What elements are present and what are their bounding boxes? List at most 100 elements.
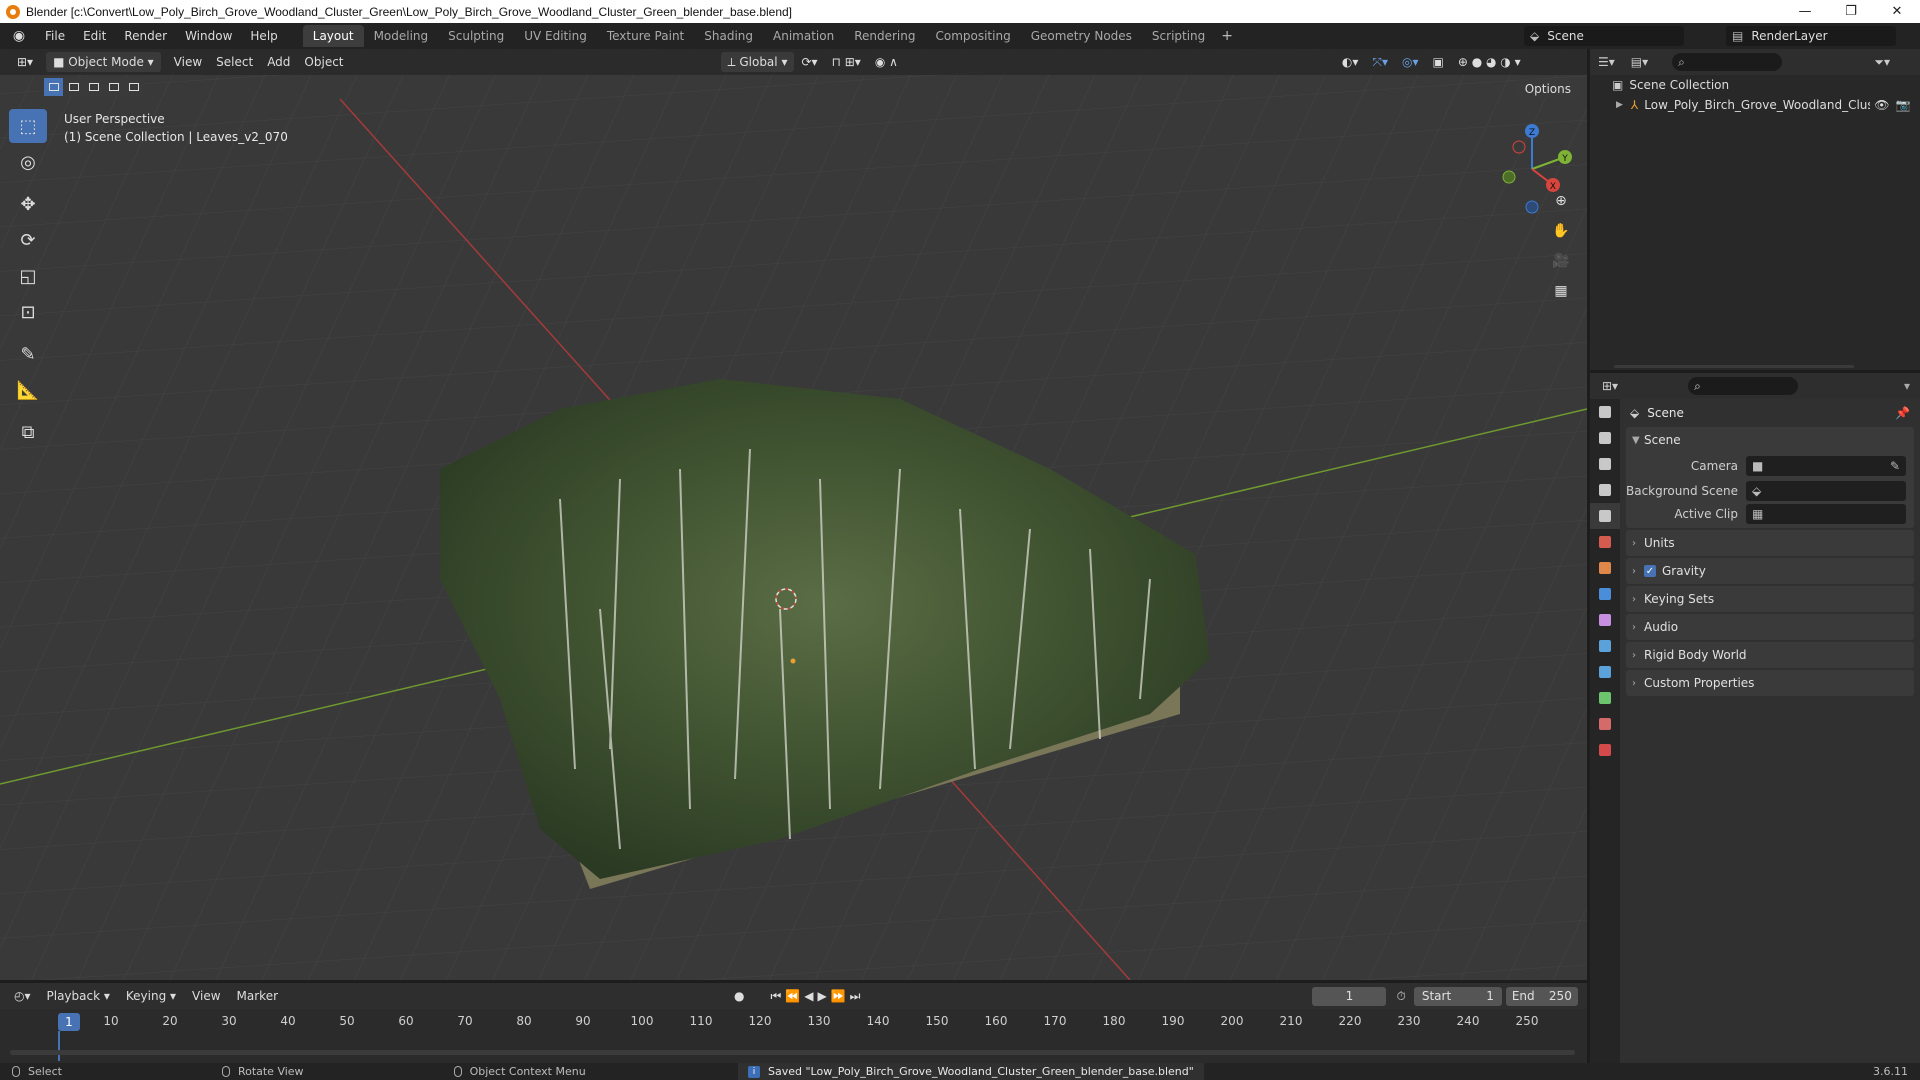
- view-layer-selector[interactable]: ▤ RenderLayer: [1726, 26, 1896, 46]
- playhead[interactable]: 1: [58, 1013, 80, 1031]
- camera-field[interactable]: ■ ✎: [1746, 455, 1906, 476]
- tab-geometry-nodes[interactable]: Geometry Nodes: [1021, 25, 1142, 47]
- units-panel-header[interactable]: › Units: [1626, 530, 1914, 556]
- close-button[interactable]: ✕: [1874, 0, 1920, 23]
- add-cube-tool-icon[interactable]: ⧉: [9, 415, 47, 449]
- camera-view-icon[interactable]: 🎥: [1549, 249, 1573, 273]
- timeline-scrollbar[interactable]: [10, 1050, 1575, 1055]
- transform-orientation[interactable]: ⟂ Global ▾: [720, 52, 795, 72]
- proportional-edit-icon[interactable]: ◉ ∧: [868, 52, 905, 72]
- properties-tab-material[interactable]: [1590, 711, 1620, 737]
- properties-tab-object[interactable]: [1590, 555, 1620, 581]
- select-new-icon[interactable]: [44, 78, 63, 96]
- outliner-row-scene-collection[interactable]: ▣ Scene Collection: [1590, 75, 1920, 95]
- audio-panel-header[interactable]: › Audio: [1626, 614, 1914, 640]
- select-box-tool-icon[interactable]: ⬚: [9, 109, 47, 143]
- tab-scripting[interactable]: Scripting: [1142, 25, 1215, 47]
- eye-icon[interactable]: 👁: [1874, 98, 1889, 112]
- menu-file[interactable]: File: [36, 23, 74, 49]
- outliner-row-object[interactable]: ▶ ⅄ Low_Poly_Birch_Grove_Woodland_Clust …: [1590, 95, 1920, 115]
- properties-tab-render[interactable]: [1590, 425, 1620, 451]
- editor-type-icon[interactable]: ⊞▾: [10, 52, 40, 72]
- menu-window[interactable]: Window: [176, 23, 241, 49]
- menu-keying[interactable]: Keying ▾: [118, 989, 184, 1003]
- cursor-tool-icon[interactable]: ◎: [9, 145, 47, 179]
- properties-tab-tool[interactable]: [1590, 399, 1620, 425]
- scene-selector[interactable]: ⬙ Scene: [1524, 26, 1684, 46]
- menu-marker[interactable]: Marker: [229, 989, 286, 1003]
- tab-layout[interactable]: Layout: [302, 25, 364, 47]
- expand-arrow-icon[interactable]: ▶: [1616, 100, 1623, 110]
- properties-tab-modifiers[interactable]: [1590, 581, 1620, 607]
- menu-help[interactable]: Help: [241, 23, 286, 49]
- gravity-panel-header[interactable]: › ✓ Gravity: [1626, 558, 1914, 584]
- shading-modes-icon[interactable]: ⊕ ● ◕ ◑ ▾: [1451, 52, 1528, 72]
- outliner-search-input[interactable]: ⌕: [1672, 53, 1783, 71]
- frame-ruler[interactable]: 10 20 30 40 50 60 70 80 90 100 110 120 130 140 150 160 1…: [0, 1009, 1587, 1033]
- outliner-scrollbar[interactable]: [1614, 365, 1854, 368]
- tab-compositing[interactable]: Compositing: [925, 25, 1020, 47]
- minimize-button[interactable]: —: [1782, 0, 1828, 23]
- properties-tab-scene[interactable]: [1590, 503, 1620, 529]
- properties-tab-constraints[interactable]: [1590, 659, 1620, 685]
- menu-playback[interactable]: Playback ▾: [39, 989, 118, 1003]
- pan-hand-icon[interactable]: ✋: [1549, 219, 1573, 243]
- properties-tab-world[interactable]: [1590, 529, 1620, 555]
- end-frame-field[interactable]: End 250: [1505, 986, 1578, 1006]
- tab-sculpting[interactable]: Sculpting: [438, 25, 514, 47]
- start-frame-field[interactable]: Start 1: [1413, 986, 1502, 1006]
- properties-tab-view-layer[interactable]: [1590, 477, 1620, 503]
- display-mode-icon[interactable]: ▤▾: [1631, 55, 1648, 69]
- blender-menu-icon[interactable]: ◉: [10, 27, 28, 45]
- active-clip-field[interactable]: ▦: [1746, 503, 1906, 524]
- menu-view[interactable]: View: [167, 52, 209, 72]
- outliner-editor-icon[interactable]: ☰▾: [1598, 55, 1615, 69]
- pin-icon[interactable]: 📌: [1895, 406, 1910, 420]
- 3d-viewport[interactable]: ⊞▾ ■ Object Mode ▾ View Select Add Objec…: [0, 49, 1587, 980]
- ortho-grid-icon[interactable]: ▦: [1549, 279, 1573, 303]
- add-workspace-icon[interactable]: +: [1215, 28, 1239, 44]
- record-icon[interactable]: ●: [726, 989, 752, 1003]
- current-frame-field[interactable]: 1: [1312, 986, 1387, 1006]
- panel-options-icon[interactable]: ▾: [1904, 379, 1910, 393]
- properties-tab-texture[interactable]: [1590, 737, 1620, 763]
- zoom-icon[interactable]: ⊕: [1549, 189, 1573, 213]
- tab-texture-paint[interactable]: Texture Paint: [597, 25, 694, 47]
- properties-tab-output[interactable]: [1590, 451, 1620, 477]
- tab-modeling[interactable]: Modeling: [364, 25, 439, 47]
- menu-render[interactable]: Render: [115, 23, 176, 49]
- properties-editor-icon[interactable]: ⊞▾: [1602, 379, 1618, 393]
- measure-tool-icon[interactable]: 📐: [9, 373, 47, 407]
- select-subtract-icon[interactable]: [84, 78, 103, 96]
- tab-rendering[interactable]: Rendering: [844, 25, 925, 47]
- pivot-icon[interactable]: ⟳▾: [794, 52, 824, 72]
- mode-selector[interactable]: ■ Object Mode ▾: [46, 52, 161, 72]
- background-scene-field[interactable]: ⬙: [1746, 480, 1906, 501]
- menu-edit[interactable]: Edit: [74, 23, 115, 49]
- select-extend-icon[interactable]: [64, 78, 83, 96]
- tab-shading[interactable]: Shading: [694, 25, 763, 47]
- properties-tab-physics[interactable]: [1590, 633, 1620, 659]
- timeline-editor-icon[interactable]: ◴▾: [6, 989, 39, 1003]
- menu-object[interactable]: Object: [297, 52, 350, 72]
- menu-timeline-view[interactable]: View: [184, 989, 228, 1003]
- select-invert-icon[interactable]: [104, 78, 123, 96]
- render-camera-icon[interactable]: 📷: [1896, 98, 1911, 112]
- overlay-toggle-icon[interactable]: ◎▾: [1395, 52, 1426, 72]
- tab-animation[interactable]: Animation: [763, 25, 844, 47]
- scale-tool-icon[interactable]: ◱: [9, 259, 47, 293]
- menu-select[interactable]: Select: [209, 52, 260, 72]
- snap-icon[interactable]: ⊓ ⊞▾: [825, 52, 868, 72]
- keying-sets-panel-header[interactable]: › Keying Sets: [1626, 586, 1914, 612]
- rigid-body-world-panel-header[interactable]: › Rigid Body World: [1626, 642, 1914, 668]
- rotate-tool-icon[interactable]: ⟳: [9, 223, 47, 257]
- transform-tool-icon[interactable]: ⊡: [9, 295, 47, 329]
- annotate-tool-icon[interactable]: ✎: [9, 337, 47, 371]
- maximize-button[interactable]: ❐: [1828, 0, 1874, 23]
- options-dropdown[interactable]: Options: [1516, 79, 1579, 99]
- menu-add[interactable]: Add: [260, 52, 297, 72]
- playback-controls[interactable]: ⏮⏪◀▶⏩⏭: [763, 989, 873, 1004]
- properties-tab-particles[interactable]: [1590, 607, 1620, 633]
- tab-uv-editing[interactable]: UV Editing: [514, 25, 597, 47]
- scene-panel-header[interactable]: ▼ Scene: [1626, 427, 1914, 453]
